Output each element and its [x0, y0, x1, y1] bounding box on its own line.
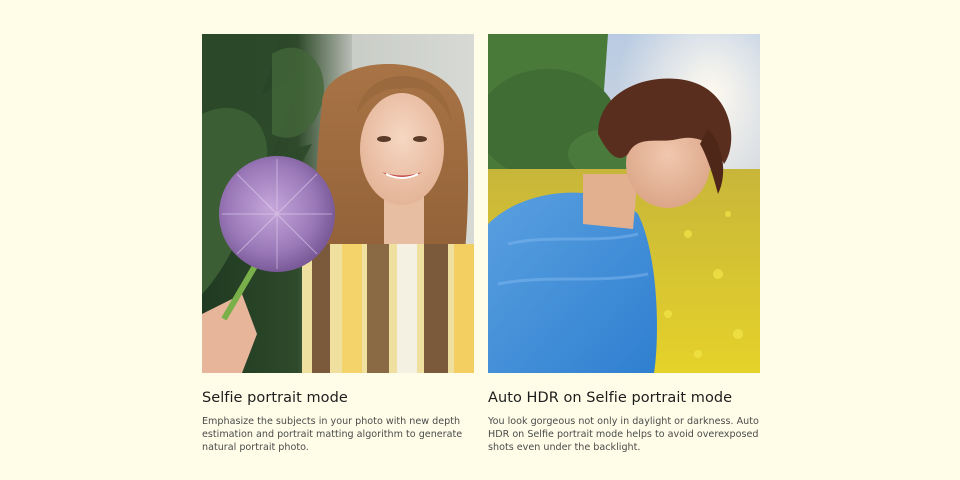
card-description: Emphasize the subjects in your photo wit…: [202, 416, 463, 453]
feature-card-auto-hdr: Auto HDR on Selfie portrait mode You loo…: [488, 34, 760, 454]
feature-card-selfie-portrait: Selfie portrait mode Emphasize the subje…: [202, 34, 474, 454]
selfie-portrait-photo: [202, 34, 474, 373]
auto-hdr-photo: [488, 34, 760, 373]
card-title: Auto HDR on Selfie portrait mode: [488, 390, 733, 406]
card-description: You look gorgeous not only in daylight o…: [488, 416, 759, 453]
card-title: Selfie portrait mode: [202, 390, 348, 406]
